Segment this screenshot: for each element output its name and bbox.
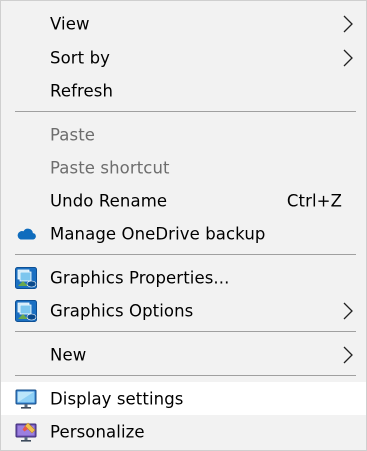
intel-graphics-icon [15,266,37,289]
chevron-right-icon [343,15,353,32]
menu-item-manage-onedrive[interactable]: Manage OneDrive backup [1,217,366,250]
menu-item-sort-by[interactable]: Sort by [1,41,366,74]
menu-item-graphics-properties[interactable]: Graphics Properties... [1,261,366,294]
intel-graphics-icon [15,299,37,322]
menu-item-sort-by-label: Sort by [50,48,111,67]
menu-separator [15,375,356,376]
menu-item-view[interactable]: View [1,7,366,40]
menu-item-personalize[interactable]: Personalize [1,415,366,448]
menu-item-manage-onedrive-label: Manage OneDrive backup [50,224,266,243]
menu-separator [15,331,356,332]
onedrive-cloud-icon [17,228,36,240]
menu-item-graphics-options-label: Graphics Options [50,301,194,320]
menu-item-undo-rename-label: Undo Rename [50,191,168,210]
menu-item-graphics-options[interactable]: Graphics Options [1,294,366,327]
menu-item-display-settings-label: Display settings [50,389,184,408]
menu-item-view-label: View [50,14,90,33]
menu-item-paste-label: Paste [50,125,96,144]
desktop-context-menu: View Sort by Refresh Paste Paste shortcu… [0,0,367,451]
menu-item-personalize-label: Personalize [50,422,145,441]
menu-item-undo-rename[interactable]: Undo Rename Ctrl+Z [1,184,366,217]
menu-item-graphics-properties-label: Graphics Properties... [50,268,230,287]
chevron-right-icon [343,302,353,319]
menu-item-new-label: New [50,345,87,364]
menu-item-paste[interactable]: Paste [1,118,366,151]
menu-item-paste-shortcut[interactable]: Paste shortcut [1,151,366,184]
personalize-icon [15,422,37,442]
chevron-right-icon [343,49,353,66]
menu-separator [15,111,356,112]
menu-item-refresh[interactable]: Refresh [1,74,366,107]
menu-item-new[interactable]: New [1,338,366,371]
menu-item-refresh-label: Refresh [50,81,114,100]
monitor-icon [15,389,37,409]
keyboard-shortcut: Ctrl+Z [286,191,342,210]
menu-item-paste-shortcut-label: Paste shortcut [50,158,170,177]
menu-item-display-settings[interactable]: Display settings [1,382,366,415]
menu-separator [15,254,356,255]
chevron-right-icon [343,346,353,363]
